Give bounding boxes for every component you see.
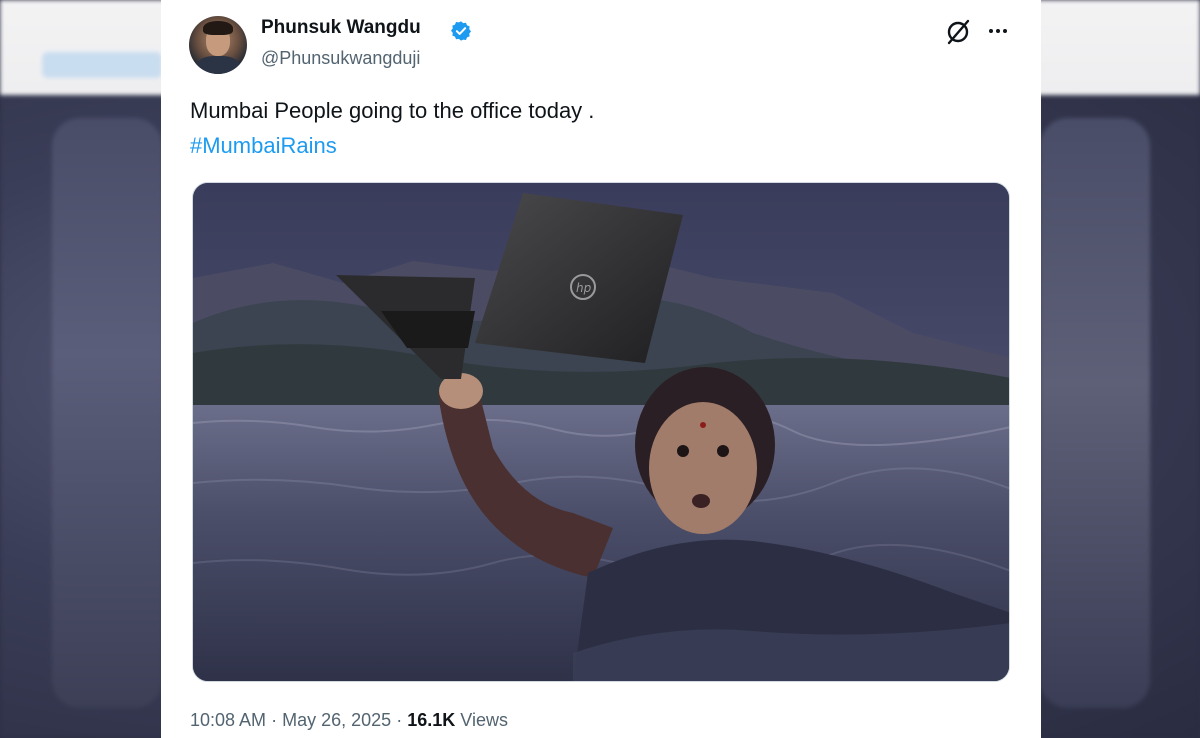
background-ghost-image-left [52,118,162,708]
tweet-footer: 10:08 AM · May 26, 2025 · 16.1K Views [190,710,508,731]
verified-badge-icon [451,21,471,41]
author-handle[interactable]: @Phunsukwangduji [261,48,420,69]
tweet-date[interactable]: May 26, 2025 [282,710,391,730]
background-ghost-image-right [1040,118,1150,708]
meta-separator: · [271,710,278,730]
tweet-text: Mumbai People going to the office today … [190,98,595,123]
views-label: Views [460,710,508,730]
background-ghost-handle [42,52,162,78]
grok-icon[interactable] [944,18,972,46]
views-count[interactable]: 16.1K [407,710,455,730]
meta-separator: · [396,710,403,730]
tweet-card: Phunsuk Wangdu @Phunsukwangduji Mumbai P… [161,0,1041,738]
hashtag-link[interactable]: #MumbaiRains [190,133,337,159]
svg-text:hp: hp [576,281,592,295]
tweet-time[interactable]: 10:08 AM [190,710,266,730]
meme-illustration: hp [193,183,1009,681]
avatar[interactable] [189,16,247,74]
tweet-media-image[interactable]: hp [192,182,1010,682]
more-icon[interactable] [983,16,1013,46]
author-name[interactable]: Phunsuk Wangdu [261,17,421,39]
